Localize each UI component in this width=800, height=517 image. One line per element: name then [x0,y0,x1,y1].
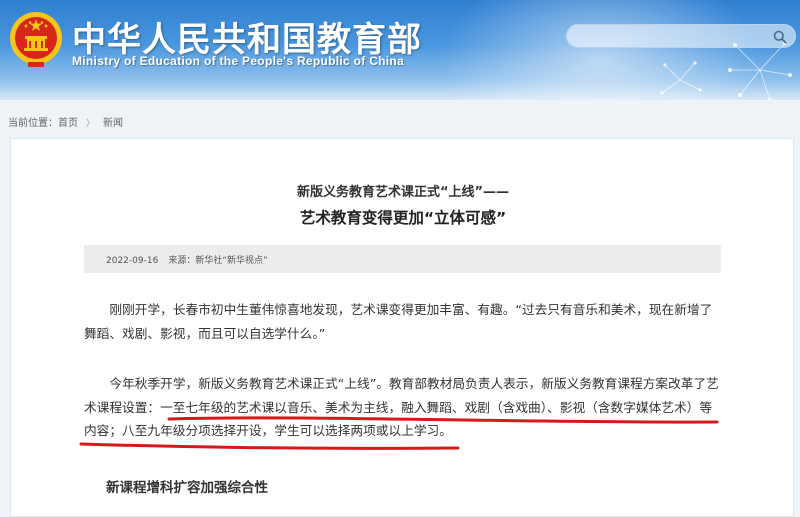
article-meta-bar: 2022-09-16 来源：新华社“新华视点” [84,245,721,273]
breadcrumb-item-home[interactable]: 首页 [58,118,78,129]
article-meta: 2022-09-16 来源：新华社“新华视点” [106,253,268,266]
breadcrumb-item-news[interactable]: 新闻 [103,118,123,129]
national-emblem-logo [10,12,62,68]
site-header: 中华人民共和国教育部 Ministry of Education of the … [0,0,800,100]
breadcrumb: 当前位置：首页〉新闻 [8,114,123,129]
article-paragraph: 刚刚开学，长春市初中生董伟惊喜地发现，艺术课变得更加丰富、有趣。“过去只有音乐和… [84,302,713,341]
breadcrumb-separator-icon: 〉 [86,119,96,129]
search-input[interactable] [575,27,765,45]
article-source: 来源：新华社“新华视点” [168,256,268,266]
article-container: 新版义务教育艺术课正式“上线”—— 艺术教育变得更加“立体可感” 2022-09… [10,138,794,517]
breadcrumb-label: 当前位置： [8,118,58,129]
article-title: 艺术教育变得更加“立体可感” [299,209,507,227]
article-date: 2022-09-16 [106,256,159,266]
section-heading: 新课程增科扩容加强综合性 [106,480,268,496]
article-subtitle: 新版义务教育艺术课正式“上线”—— [296,185,510,200]
site-subtitle: Ministry of Education of the People's Re… [72,54,405,68]
search-icon[interactable] [771,28,789,46]
search-box [566,24,796,48]
article-paragraph: 今年秋季开学，新版义务教育艺术课正式“上线”。教育部教材局负责人表示，新版义务教… [84,376,719,438]
breadcrumb-bar: 当前位置：首页〉新闻 [0,100,800,138]
